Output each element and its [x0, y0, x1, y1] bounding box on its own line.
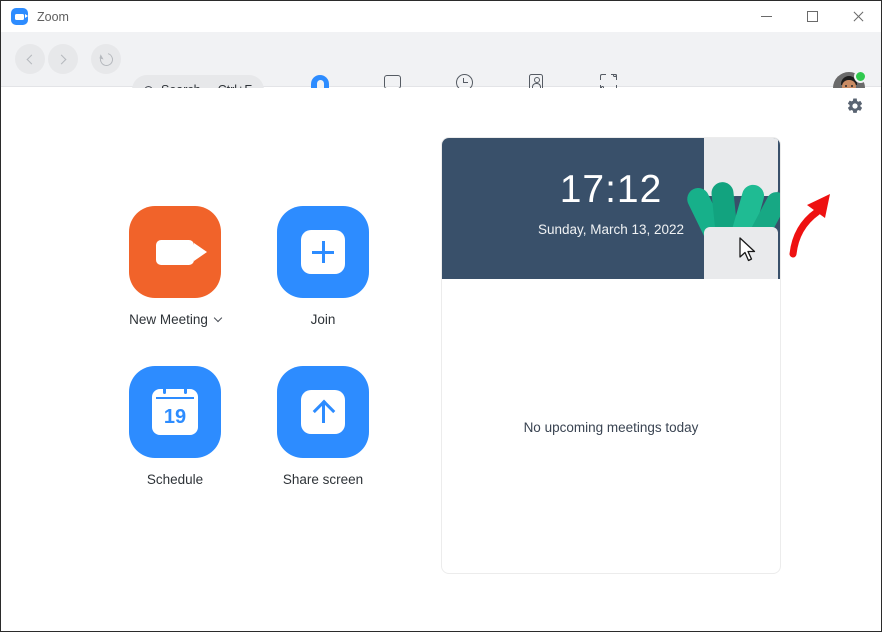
action-buttons-grid: New Meeting Join 19 — [101, 206, 397, 526]
share-screen-caption: Share screen — [283, 472, 363, 487]
plus-icon — [301, 230, 345, 274]
chevron-left-icon — [27, 54, 37, 64]
join-label: Join — [311, 312, 336, 327]
chevron-right-icon — [57, 54, 67, 64]
current-time: 17:12 — [442, 168, 780, 212]
title-bar: Zoom — [1, 1, 881, 32]
arrow-up-icon — [301, 390, 345, 434]
new-meeting-label: New Meeting — [129, 312, 208, 327]
history-button[interactable] — [91, 44, 121, 74]
no-meetings-message: No upcoming meetings today — [524, 420, 699, 435]
schedule-label: Schedule — [147, 472, 203, 487]
share-screen-label: Share screen — [283, 472, 363, 487]
minimize-button[interactable] — [743, 1, 789, 32]
chevron-down-icon[interactable] — [214, 314, 222, 322]
maximize-button[interactable] — [789, 1, 835, 32]
forward-button[interactable] — [48, 44, 78, 74]
settings-gear-button[interactable] — [846, 97, 864, 115]
minimize-icon — [761, 16, 772, 17]
back-button[interactable] — [15, 44, 45, 74]
new-meeting-caption: New Meeting — [129, 312, 221, 327]
window-title: Zoom — [37, 10, 69, 24]
upcoming-meetings-card: 17:12 Sunday, March 13, 2022 No upcoming… — [441, 137, 781, 574]
close-icon — [852, 11, 864, 23]
share-screen-tile — [277, 366, 369, 458]
schedule-tile: 19 — [129, 366, 221, 458]
schedule-button[interactable]: 19 Schedule — [101, 366, 249, 526]
calendar-day-number: 19 — [164, 407, 186, 435]
video-camera-icon — [156, 240, 194, 265]
window-controls — [743, 1, 881, 32]
zoom-camera-logo-icon — [11, 8, 28, 25]
meetings-list-area: No upcoming meetings today — [442, 279, 780, 574]
mouse-cursor — [739, 237, 757, 268]
calendar-icon: 19 — [152, 389, 198, 435]
zoom-app-window: Zoom Search — [0, 0, 882, 632]
schedule-caption: Schedule — [147, 472, 203, 487]
status-badge — [854, 70, 867, 83]
share-screen-button[interactable]: Share screen — [249, 366, 397, 526]
clock-hero-banner: 17:12 Sunday, March 13, 2022 — [442, 138, 780, 279]
current-date: Sunday, March 13, 2022 — [442, 222, 780, 237]
navigation-buttons — [15, 44, 121, 74]
join-tile — [277, 206, 369, 298]
history-refresh-icon — [97, 50, 115, 68]
join-button[interactable]: Join — [249, 206, 397, 366]
red-annotation-arrow — [783, 188, 845, 263]
home-content: New Meeting Join 19 — [1, 88, 881, 631]
new-meeting-button[interactable]: New Meeting — [101, 206, 249, 366]
close-button[interactable] — [835, 1, 881, 32]
maximize-icon — [807, 11, 818, 22]
new-meeting-tile — [129, 206, 221, 298]
toolbar: Search Ctrl+F Home Chat Meetings Contact… — [1, 32, 881, 87]
join-caption: Join — [311, 312, 336, 327]
